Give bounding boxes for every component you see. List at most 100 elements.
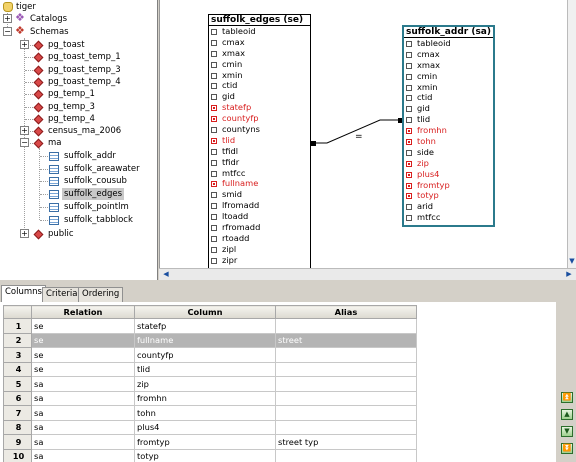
cell-alias[interactable]	[275, 347, 417, 363]
column-checkbox[interactable]	[211, 116, 217, 123]
entity-column[interactable]: tfidr	[209, 157, 310, 168]
entity-column[interactable]: tableoid	[404, 38, 493, 49]
table-row[interactable]: 5 sa zip	[3, 376, 417, 392]
entity-column[interactable]: xmin	[404, 82, 493, 93]
cell-column[interactable]: fullname	[134, 332, 276, 348]
tree-node-schema[interactable]: pg_temp_4	[48, 113, 95, 125]
header-relation[interactable]: Relation	[31, 305, 135, 319]
column-checkbox[interactable]	[211, 192, 217, 199]
column-checkbox[interactable]	[406, 193, 412, 200]
entity-column[interactable]: statefp	[209, 102, 310, 113]
entity-column[interactable]: ctid	[209, 80, 310, 91]
tab-columns[interactable]: Columns	[1, 285, 46, 302]
column-checkbox[interactable]	[406, 117, 412, 124]
column-checkbox[interactable]	[211, 94, 217, 101]
cell-alias[interactable]	[275, 318, 417, 334]
column-checkbox[interactable]	[211, 225, 217, 232]
table-row[interactable]: 10 sa totyp	[3, 448, 417, 462]
column-checkbox[interactable]	[406, 215, 412, 222]
entity-column[interactable]: xmin	[209, 70, 310, 81]
entity-column[interactable]: cmin	[404, 71, 493, 82]
entity-title[interactable]: suffolk_addr (sa)	[404, 27, 493, 38]
column-checkbox[interactable]	[406, 149, 412, 156]
table-row[interactable]: 4 se tlid	[3, 361, 417, 377]
tree-node-catalogs[interactable]: Catalogs	[30, 13, 67, 25]
entity-column[interactable]: lfromadd	[209, 200, 310, 211]
entity-column[interactable]: tableoid	[209, 26, 310, 37]
cell-column[interactable]: fromtyp	[134, 434, 276, 450]
canvas-horizontal-scrollbar[interactable]: ◀ ▶	[159, 268, 576, 280]
tree-node-schema[interactable]: pg_toast	[48, 39, 85, 51]
entity-column[interactable]: fullname	[209, 178, 310, 189]
column-checkbox[interactable]	[211, 105, 217, 112]
entity-column[interactable]: tlid	[404, 114, 493, 125]
entity-column[interactable]: xmax	[209, 48, 310, 59]
column-checkbox[interactable]	[211, 257, 217, 264]
entity-column[interactable]: zip	[404, 158, 493, 169]
column-checkbox[interactable]	[211, 246, 217, 253]
cell-column[interactable]: countyfp	[134, 347, 276, 363]
tree-node-schema[interactable]: pg_toast_temp_1	[48, 51, 121, 63]
scroll-left-icon[interactable]: ◀	[161, 269, 171, 279]
header-column[interactable]: Column	[134, 305, 276, 319]
tree-node-table[interactable]: suffolk_tabblock	[62, 214, 135, 226]
column-checkbox[interactable]	[211, 181, 217, 188]
column-checkbox[interactable]	[211, 137, 217, 144]
tree-node-schema[interactable]: pg_toast_temp_3	[48, 64, 121, 76]
tree-node-schema[interactable]: pg_temp_3	[48, 101, 95, 113]
tree-node-schema[interactable]: ma	[48, 137, 62, 149]
entity-column[interactable]: cmin	[209, 59, 310, 70]
move-bottom-icon[interactable]: ⏬	[561, 443, 573, 454]
cell-column[interactable]: tohn	[134, 405, 276, 421]
column-checkbox[interactable]	[211, 39, 217, 46]
column-checkbox[interactable]	[211, 83, 217, 90]
cell-column[interactable]: statefp	[134, 318, 276, 334]
table-row[interactable]: 3 se countyfp	[3, 347, 417, 363]
entity-column[interactable]: gid	[209, 91, 310, 102]
canvas-vertical-scrollbar[interactable]: ▼	[567, 0, 576, 268]
move-up-icon[interactable]: ▲	[561, 409, 573, 420]
diagram-canvas[interactable]: = suffolk_edges (se) tableoid cmax xmax cmi…	[159, 0, 576, 268]
entity-column[interactable]: cmax	[209, 37, 310, 48]
entity-column[interactable]: zipr	[209, 255, 310, 266]
cell-relation[interactable]: sa	[31, 390, 135, 406]
tree-node-schema[interactable]: census_ma_2006	[48, 125, 121, 137]
entity-column[interactable]: zipl	[209, 244, 310, 255]
header-alias[interactable]: Alias	[275, 305, 417, 319]
cell-alias[interactable]	[275, 361, 417, 377]
cell-column[interactable]: fromhn	[134, 390, 276, 406]
table-row[interactable]: 6 sa fromhn	[3, 390, 417, 406]
scroll-right-icon[interactable]: ▶	[564, 269, 574, 279]
entity-column[interactable]: cmax	[404, 49, 493, 60]
column-checkbox[interactable]	[211, 235, 217, 242]
entity-column[interactable]: gid	[404, 103, 493, 114]
column-checkbox[interactable]	[406, 95, 412, 102]
table-row[interactable]: 1 se statefp	[3, 318, 417, 334]
column-checkbox[interactable]	[406, 204, 412, 211]
entity-column[interactable]: side	[404, 147, 493, 158]
column-checkbox[interactable]	[211, 50, 217, 57]
column-checkbox[interactable]	[211, 170, 217, 177]
entity-column[interactable]: ltoadd	[209, 211, 310, 222]
tab-criteria[interactable]: Criteria	[42, 287, 82, 302]
entity-column[interactable]: mtfcc	[404, 212, 493, 223]
expand-schema-icon[interactable]: +	[20, 228, 29, 238]
tree-node-table[interactable]: suffolk_edges	[62, 188, 125, 201]
cell-relation[interactable]: sa	[31, 448, 135, 462]
entity-column[interactable]: ctid	[404, 92, 493, 103]
column-checkbox[interactable]	[211, 127, 217, 134]
column-checkbox[interactable]	[406, 139, 412, 146]
entity-column[interactable]: countyns	[209, 124, 310, 135]
cell-alias[interactable]	[275, 448, 417, 462]
cell-relation[interactable]: se	[31, 361, 135, 377]
table-row[interactable]: 7 sa tohn	[3, 405, 417, 421]
expand-schema-icon[interactable]: +	[20, 126, 29, 136]
entity-column[interactable]: countyfp	[209, 113, 310, 124]
entity-suffolk-addr[interactable]: suffolk_addr (sa) tableoid cmax xmax cmin xm…	[402, 25, 495, 227]
column-checkbox[interactable]	[406, 128, 412, 135]
column-checkbox[interactable]	[211, 203, 217, 210]
column-checkbox[interactable]	[406, 84, 412, 91]
entity-column[interactable]: tohn	[404, 136, 493, 147]
expand-catalogs-icon[interactable]: +	[3, 14, 12, 23]
entity-column[interactable]: fromtyp	[404, 180, 493, 191]
